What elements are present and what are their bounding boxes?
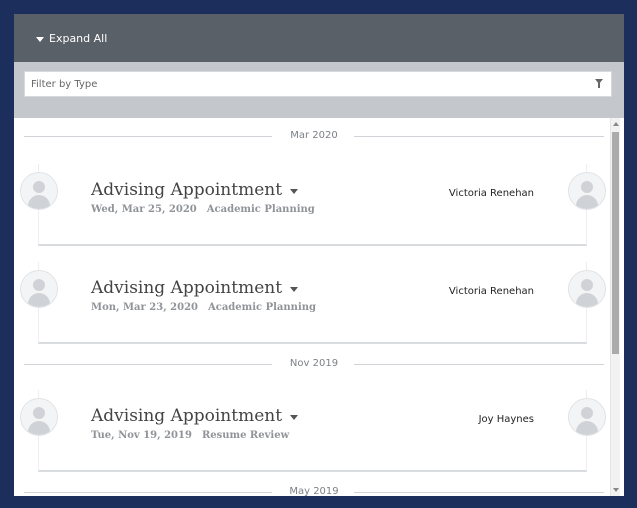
caret-down-icon (290, 415, 299, 420)
appointment-type: Academic Planning (207, 302, 317, 313)
advisor-name: Victoria Renehan (448, 188, 534, 199)
divider (354, 364, 604, 365)
appointment-date: Mon, Mar 23, 2020 (91, 302, 198, 313)
appointment-card[interactable]: Advising Appointment Tue, Nov 19, 2019 Re… (20, 390, 606, 472)
appointment-type: Resume Review (201, 430, 290, 441)
filter-icon[interactable] (595, 79, 603, 88)
month-separator: Nov 2019 (24, 356, 604, 372)
scroll-up-arrow-icon[interactable] (613, 122, 619, 126)
student-avatar (20, 270, 58, 308)
divider (354, 492, 604, 493)
month-label: May 2019 (289, 486, 339, 496)
filter-bar: Filter by Type (14, 62, 624, 118)
appointments-panel: Expand All Filter by Type Mar 2020 Advis… (14, 14, 624, 496)
timeline-list[interactable]: Mar 2020 Advising Appointment Wed, Mar 2… (14, 118, 624, 496)
appointment-details: Tue, Nov 19, 2019 Resume Review (91, 430, 299, 441)
advisor-avatar (568, 172, 606, 210)
appointment-title: Advising Appointment (91, 180, 283, 200)
expand-all-button[interactable]: Expand All (36, 30, 107, 48)
caret-down-icon (290, 287, 299, 292)
vertical-scrollbar[interactable] (610, 118, 620, 496)
divider (354, 136, 604, 137)
panel-header: Expand All (14, 14, 624, 62)
advisor-avatar (568, 270, 606, 308)
student-avatar (20, 398, 58, 436)
advisor-avatar (568, 398, 606, 436)
appointment-card[interactable]: Advising Appointment Wed, Mar 25, 2020 Ac… (20, 164, 606, 246)
scrollbar-thumb[interactable] (612, 132, 619, 354)
appointment-type: Academic Planning (206, 204, 315, 215)
appointment-title-dropdown[interactable]: Advising Appointment (91, 180, 299, 200)
month-separator: Mar 2020 (24, 128, 604, 144)
appointment-details: Mon, Mar 23, 2020 Academic Planning (91, 302, 326, 313)
filter-placeholder: Filter by Type (31, 79, 98, 90)
appointment-title: Advising Appointment (91, 406, 283, 426)
expand-all-label: Expand All (49, 32, 108, 45)
appointment-title-dropdown[interactable]: Advising Appointment (91, 406, 299, 426)
appointment-title: Advising Appointment (91, 278, 283, 298)
caret-down-icon (290, 189, 299, 194)
appointment-card[interactable]: Advising Appointment Mon, Mar 23, 2020 Ac… (20, 262, 606, 344)
caret-down-icon (36, 36, 44, 42)
student-avatar (20, 172, 58, 210)
advisor-name: Joy Haynes (478, 414, 534, 425)
appointment-title-dropdown[interactable]: Advising Appointment (91, 278, 299, 298)
appointment-date: Wed, Mar 25, 2020 (91, 204, 197, 215)
scroll-down-arrow-icon[interactable] (613, 488, 619, 492)
filter-by-type-input[interactable]: Filter by Type (24, 71, 612, 97)
appointment-date: Tue, Nov 19, 2019 (91, 430, 192, 441)
advisor-name: Victoria Renehan (448, 286, 534, 297)
appointment-details: Wed, Mar 25, 2020 Academic Planning (91, 204, 325, 215)
month-separator: May 2019 (24, 484, 604, 496)
